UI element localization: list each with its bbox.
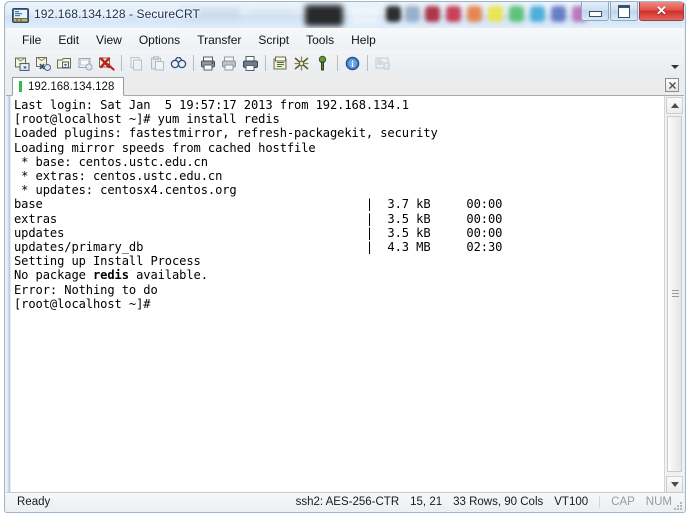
terminal-scrollbar[interactable]: [664, 96, 684, 494]
disconnect-icon[interactable]: [96, 53, 116, 73]
minimize-button[interactable]: [581, 2, 609, 21]
menu-options[interactable]: Options: [131, 30, 189, 50]
tab-label: 192.168.134.128: [28, 80, 115, 93]
status-dimensions: 33 Rows, 90 Cols: [453, 496, 544, 508]
tab-192-168-134-128[interactable]: 192.168.134.128: [12, 77, 125, 96]
desktop-backdrop: 192.168.134.128 - SecureCRT ✕ File Edit …: [0, 0, 690, 516]
terminal-line: * extras: centos.ustc.edu.cn: [14, 169, 223, 184]
status-emulation: VT100: [554, 496, 589, 508]
log-session-icon[interactable]: [219, 53, 239, 73]
status-right-group: ssh2: AES-256-CTR 15, 21 33 Rows, 90 Col…: [296, 496, 672, 508]
close-icon: [668, 81, 676, 89]
window-controls: ✕: [580, 2, 684, 21]
close-icon: ✕: [656, 3, 667, 18]
copy-icon[interactable]: [126, 53, 146, 73]
resize-grip-icon[interactable]: [670, 498, 682, 510]
menu-tools[interactable]: Tools: [298, 30, 343, 50]
menu-help[interactable]: Help: [343, 30, 385, 50]
terminal-line: Loaded plugins: fastestmirror, refresh-p…: [14, 126, 438, 141]
find-icon[interactable]: [168, 53, 188, 73]
status-protocol: ssh2: AES-256-CTR: [295, 496, 400, 508]
menu-bar: File Edit View Options Transfer Script T…: [6, 28, 684, 51]
terminal-line: Loading mirror speeds from cached hostfi…: [14, 140, 316, 155]
terminal-line: * updates: centosx4.centos.org: [14, 183, 237, 198]
terminal-line: Setting up Install Process: [14, 254, 201, 269]
terminal-screen[interactable]: Last login: Sat Jan 5 19:57:17 2013 from…: [11, 96, 664, 494]
terminal-text-bold: redis: [93, 268, 129, 283]
scroll-up-button[interactable]: [666, 97, 683, 114]
toolbar-overflow-chevron[interactable]: [670, 54, 680, 72]
global-options-icon[interactable]: [291, 53, 311, 73]
menu-edit[interactable]: Edit: [50, 30, 88, 50]
print-icon[interactable]: [198, 53, 218, 73]
scrollbar-grip-icon: [672, 290, 679, 298]
toolbar: i: [6, 51, 684, 75]
chevron-up-icon: [670, 103, 679, 108]
terminal-line: extras | 3.5 kB 00:00: [14, 211, 503, 226]
separator-1: [121, 55, 122, 71]
separator-2: [193, 55, 194, 71]
menu-transfer[interactable]: Transfer: [189, 30, 250, 50]
terminal-line: base | 3.7 kB 00:00: [14, 197, 503, 212]
status-ready-text: Ready: [17, 496, 51, 508]
tab-close-button[interactable]: [665, 78, 679, 92]
terminal-line-prompt: [root@localhost ~]#: [14, 297, 664, 311]
terminal-line: * base: centos.ustc.edu.cn: [14, 154, 208, 169]
terminal-pane: Last login: Sat Jan 5 19:57:17 2013 from…: [6, 96, 684, 494]
terminal-line: Error: Nothing to do: [14, 282, 158, 297]
menu-file[interactable]: File: [14, 30, 50, 50]
scrollbar-thumb[interactable]: [667, 116, 682, 472]
menu-view[interactable]: View: [88, 30, 131, 50]
status-num-indicator: NUM: [645, 496, 672, 508]
status-bar: Ready ssh2: AES-256-CTR 15, 21 33 Rows, …: [6, 492, 684, 511]
quick-connect-icon[interactable]: [33, 53, 53, 73]
terminal-text: No package: [14, 268, 93, 283]
chevron-down-icon: [670, 482, 679, 487]
connect-in-tab-icon[interactable]: [54, 53, 74, 73]
title-bar[interactable]: 192.168.134.128 - SecureCRT ✕: [4, 1, 686, 28]
client-area: File Edit View Options Transfer Script T…: [4, 28, 686, 513]
terminal-line: [root@localhost ~]# yum install redis: [14, 112, 280, 127]
key-options-icon[interactable]: [312, 53, 332, 73]
tab-connected-indicator-icon: [19, 81, 22, 92]
terminal-line-no-package: No package redis available.: [14, 268, 664, 282]
print-selection-icon[interactable]: [240, 53, 260, 73]
securecrt-app-icon: [12, 8, 29, 23]
terminal-line: Last login: Sat Jan 5 19:57:17 2013 from…: [14, 98, 409, 112]
terminal-text: available.: [128, 268, 208, 283]
connect-sftp-tab-icon[interactable]: [75, 53, 95, 73]
paste-icon[interactable]: [147, 53, 167, 73]
close-button[interactable]: ✕: [639, 2, 684, 21]
maximize-button[interactable]: [610, 2, 638, 21]
separator-5: [367, 55, 368, 71]
scroll-down-button[interactable]: [666, 476, 683, 493]
session-manager-icon[interactable]: [372, 53, 392, 73]
window-title: 192.168.134.128 - SecureCRT: [34, 7, 200, 21]
separator-4: [337, 55, 338, 71]
separator-3: [265, 55, 266, 71]
status-cursor-pos: 15, 21: [410, 496, 443, 508]
terminal-line: updates/primary_db | 4.3 MB 02:30: [14, 240, 503, 255]
status-cap-indicator: CAP: [611, 496, 635, 508]
help-icon[interactable]: i: [342, 53, 362, 73]
securecrt-window: 192.168.134.128 - SecureCRT ✕ File Edit …: [4, 1, 686, 513]
menu-script[interactable]: Script: [250, 30, 298, 50]
status-divider: [599, 496, 601, 508]
session-options-icon[interactable]: [270, 53, 290, 73]
connect-icon[interactable]: [12, 53, 32, 73]
terminal-line: updates | 3.5 kB 00:00: [14, 225, 503, 240]
tab-strip: 192.168.134.128: [6, 75, 684, 96]
terminal-prompt-text: [root@localhost ~]#: [14, 296, 151, 311]
